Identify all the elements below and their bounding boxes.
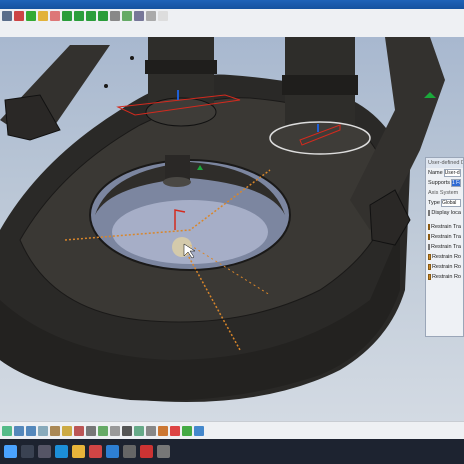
store-icon[interactable] <box>123 445 136 458</box>
restrain-checkbox[interactable] <box>428 274 431 280</box>
restrain-checkbox[interactable] <box>428 224 431 230</box>
display-local-label: Display loca <box>431 210 461 216</box>
type-select[interactable]: Global <box>440 199 461 207</box>
rotate-icon[interactable] <box>74 11 84 21</box>
hide-icon[interactable] <box>86 425 96 436</box>
top-toolbar <box>0 9 464 38</box>
mesh-icon[interactable] <box>146 425 156 436</box>
supports-label: Supports <box>428 180 451 186</box>
compute-icon[interactable] <box>182 425 192 436</box>
restrain-label: Restrain Tra <box>431 224 461 230</box>
measure-icon[interactable] <box>110 425 120 436</box>
part-model <box>0 37 445 402</box>
os-taskbar <box>0 439 464 464</box>
select-icon[interactable] <box>14 11 24 21</box>
rotate-icon[interactable] <box>38 425 48 436</box>
cursor-icon[interactable] <box>2 11 12 21</box>
normal-icon[interactable] <box>50 425 60 436</box>
restrain-label: Restrain Ro <box>431 274 461 280</box>
bolt-hole-1 <box>130 56 134 60</box>
bottom-toolbar <box>0 421 464 439</box>
start-icon[interactable] <box>4 445 17 458</box>
restrain-label: Restrain Tra <box>431 234 461 240</box>
hidden-icon[interactable] <box>122 11 132 21</box>
info-icon[interactable] <box>38 11 48 21</box>
restrain-label: Restrain Ro <box>431 264 461 270</box>
grid-icon[interactable] <box>110 11 120 21</box>
analysis-icon[interactable] <box>134 425 144 436</box>
iso-icon[interactable] <box>62 425 72 436</box>
edge-icon[interactable] <box>55 445 68 458</box>
restraint-icon[interactable] <box>158 425 168 436</box>
render-icon[interactable] <box>74 425 84 436</box>
restrain-label: Restrain Tra <box>431 244 461 250</box>
normal-view-icon[interactable] <box>134 11 144 21</box>
layers-icon[interactable] <box>146 11 156 21</box>
restrain-checkbox[interactable] <box>428 254 431 260</box>
dialog-title: User-defined D <box>426 158 463 168</box>
hand-icon[interactable] <box>26 11 36 21</box>
restrain-checkbox[interactable] <box>428 264 431 270</box>
axis-system-label: Axis System <box>428 190 459 196</box>
window-titlebar <box>0 0 464 9</box>
name-label: Name <box>428 170 443 176</box>
zoom-out-icon[interactable] <box>26 425 36 436</box>
toolbar-row-1 <box>0 10 168 22</box>
color-icon[interactable] <box>158 11 168 21</box>
3d-viewport[interactable]: User-defined D Name User-d Supports 1 Fa… <box>0 37 464 421</box>
type-label: Type <box>428 200 440 206</box>
bolt-hole-2 <box>104 84 108 88</box>
mail-icon[interactable] <box>106 445 119 458</box>
right-shaft-collar <box>282 75 358 95</box>
media-icon[interactable] <box>157 445 170 458</box>
supports-input[interactable]: 1 Fa <box>451 179 461 187</box>
restrain-checkbox[interactable] <box>428 234 431 240</box>
load-icon[interactable] <box>170 425 180 436</box>
restrain-label: Restrain Ro <box>431 254 461 260</box>
display-local-checkbox[interactable] <box>428 210 431 216</box>
swap-icon[interactable] <box>98 425 108 436</box>
left-shaft-collar <box>145 60 217 74</box>
restrain-checkbox[interactable] <box>428 244 431 250</box>
add-icon[interactable] <box>50 11 60 21</box>
chrome-icon[interactable] <box>89 445 102 458</box>
fit-icon[interactable] <box>98 11 108 21</box>
zoom-in-icon[interactable] <box>14 425 24 436</box>
task-view-icon[interactable] <box>38 445 51 458</box>
catia-icon[interactable] <box>140 445 153 458</box>
zoom-icon[interactable] <box>86 11 96 21</box>
user-defined-restraint-dialog: User-defined D Name User-d Supports 1 Fa… <box>425 157 464 337</box>
pan-icon[interactable] <box>62 11 72 21</box>
section-icon[interactable] <box>122 425 132 436</box>
name-input[interactable]: User-d <box>443 169 461 177</box>
view-icon[interactable] <box>2 425 12 436</box>
explorer-icon[interactable] <box>72 445 85 458</box>
results-icon[interactable] <box>194 425 204 436</box>
search-icon[interactable] <box>21 445 34 458</box>
center-pin-base <box>163 177 191 187</box>
